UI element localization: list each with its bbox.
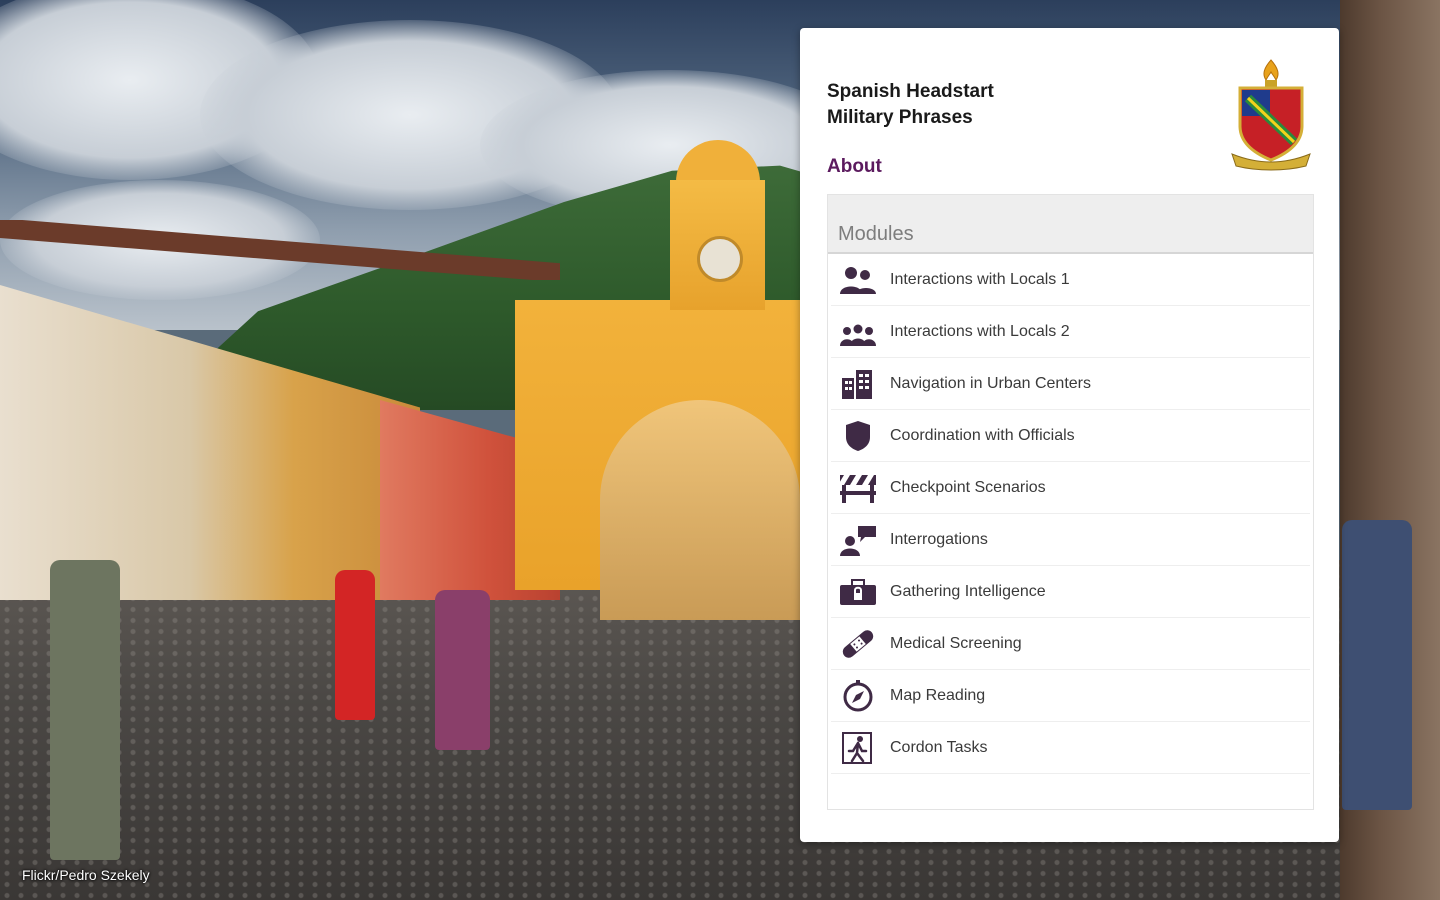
module-coordination-with-officials[interactable]: Coordination with Officials: [831, 410, 1310, 462]
barrier-icon: [838, 474, 876, 503]
app-panel: Spanish Headstart Military Phrases About…: [800, 28, 1339, 842]
person: [335, 570, 375, 720]
module-medical-screening[interactable]: Medical Screening: [831, 618, 1310, 670]
person: [50, 560, 120, 860]
module-checkpoint-scenarios[interactable]: Checkpoint Scenarios: [831, 462, 1310, 514]
buildings-icon: [842, 369, 872, 399]
people-crowd-icon: [840, 324, 876, 346]
bandage-icon: [842, 629, 874, 658]
regimental-crest-icon: [1231, 59, 1311, 171]
module-label: Navigation in Urban Centers: [890, 374, 1091, 392]
module-cordon-tasks[interactable]: Cordon Tasks: [831, 722, 1310, 774]
person: [435, 590, 490, 750]
arch-opening: [600, 400, 800, 620]
module-label: Coordination with Officials: [890, 426, 1075, 444]
module-label: Interrogations: [890, 530, 988, 548]
modules-list: Modules Interactions with Locals 1 Inter…: [827, 194, 1314, 810]
app-title-line-2: Military Phrases: [827, 107, 973, 128]
people-group-icon: [840, 266, 876, 294]
app-title: Spanish Headstart Military Phrases: [827, 79, 1127, 131]
module-interactions-with-locals-2[interactable]: Interactions with Locals 2: [831, 306, 1310, 358]
module-label: Gathering Intelligence: [890, 582, 1046, 600]
cordon-runner-icon: [842, 731, 872, 764]
module-navigation-in-urban-centers[interactable]: Navigation in Urban Centers: [831, 358, 1310, 410]
app-title-line-1: Spanish Headstart: [827, 81, 994, 102]
briefcase-lock-icon: [840, 578, 876, 605]
module-label: Interactions with Locals 2: [890, 322, 1070, 340]
compass-icon: [843, 679, 873, 711]
module-label: Map Reading: [890, 686, 986, 704]
module-interactions-with-locals-1[interactable]: Interactions with Locals 1: [831, 254, 1310, 306]
module-label: Medical Screening: [890, 634, 1022, 652]
modules-header: Modules: [828, 195, 1313, 254]
about-link[interactable]: About: [827, 156, 882, 178]
person: [1342, 520, 1412, 810]
module-interrogations[interactable]: Interrogations: [831, 514, 1310, 566]
module-map-reading[interactable]: Map Reading: [831, 670, 1310, 722]
clock-face: [697, 236, 743, 282]
module-label: Interactions with Locals 1: [890, 270, 1070, 288]
photo-credit: Flickr/Pedro Szekely: [22, 867, 150, 883]
shield-badge-icon: [846, 420, 870, 451]
module-label: Cordon Tasks: [890, 738, 988, 756]
module-label: Checkpoint Scenarios: [890, 478, 1046, 496]
speech-person-icon: [840, 525, 876, 556]
modules-header-label: Modules: [838, 223, 914, 245]
module-gathering-intelligence[interactable]: Gathering Intelligence: [831, 566, 1310, 618]
